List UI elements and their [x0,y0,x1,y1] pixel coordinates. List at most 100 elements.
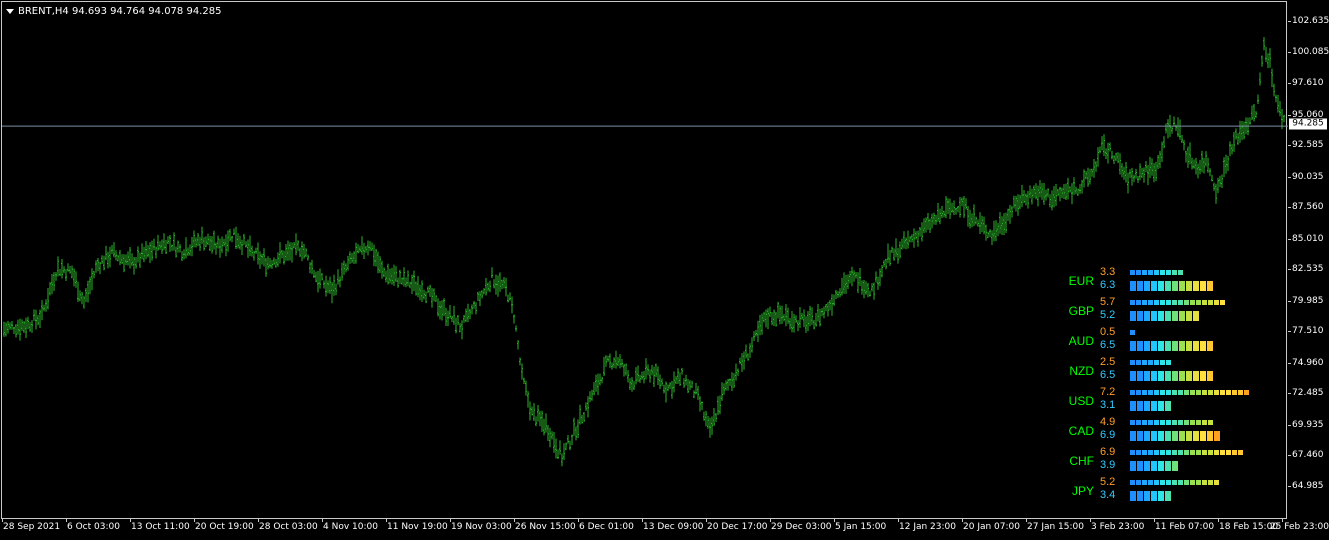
strength-segment [1148,360,1153,365]
strength-segment [1232,390,1237,395]
strength-segment [1136,270,1141,275]
strength-segment [1202,390,1207,395]
strength-segment [1151,281,1157,291]
strength-segment [1190,450,1195,455]
strength-segment [1154,420,1159,425]
strength-segment [1144,401,1150,411]
strength-segment [1172,300,1177,305]
strength-segment [1130,461,1136,471]
strength-segment [1200,371,1206,381]
strength-segment [1130,371,1136,381]
strength-segment [1200,431,1206,441]
strength-segment [1151,311,1157,321]
strength-bar-primary [1130,450,1243,455]
strength-segment [1158,461,1164,471]
strength-segment [1196,450,1201,455]
strength-segment [1186,341,1192,351]
strength-segment [1166,420,1171,425]
strength-segment [1151,341,1157,351]
strength-segment [1202,420,1207,425]
strength-segment [1214,300,1219,305]
strength-segment [1148,480,1153,485]
strength-value-primary: 5.7 [1100,296,1116,308]
strength-segment [1166,270,1171,275]
strength-segment [1166,480,1171,485]
strength-segment [1158,401,1164,411]
strength-segment [1202,480,1207,485]
strength-segment [1178,270,1183,275]
strength-segment [1208,480,1213,485]
currency-row-gbp: GBP 5.7 5.2 [1060,296,1290,326]
strength-segment [1214,480,1219,485]
strength-segment [1172,390,1177,395]
price-label: 67.460 [1292,450,1324,461]
strength-segment [1160,360,1165,365]
strength-segment [1160,480,1165,485]
strength-segment [1165,311,1171,321]
strength-segment [1186,431,1192,441]
strength-segment [1142,420,1147,425]
strength-segment [1154,450,1159,455]
strength-segment [1165,341,1171,351]
chart-window[interactable]: BRENT,H4 94.693 94.764 94.078 94.285 102… [0,0,1329,540]
strength-segment [1158,281,1164,291]
chart-menu-dropdown-icon[interactable] [6,8,14,14]
strength-segment [1184,480,1189,485]
strength-segment [1136,360,1141,365]
time-label: 20 Jan 07:00 [963,522,1020,532]
strength-segment [1137,431,1143,441]
strength-segment [1130,270,1135,275]
strength-segment [1142,270,1147,275]
strength-bar-primary [1130,420,1213,425]
price-label: 85.010 [1292,233,1324,244]
strength-segment [1186,311,1192,321]
strength-segment [1148,270,1153,275]
strength-segment [1160,270,1165,275]
strength-segment [1208,420,1213,425]
strength-segment [1220,390,1225,395]
strength-segment [1137,461,1143,471]
currency-row-chf: CHF 6.9 3.9 [1060,446,1290,476]
strength-segment [1172,480,1177,485]
strength-bar-secondary [1130,311,1199,321]
price-tick [1288,207,1291,209]
strength-segment [1178,450,1183,455]
time-axis[interactable]: 28 Sep 2021 6 Oct 03:00 13 Oct 11:00 20 Oct… [0,519,1329,540]
strength-segment [1202,450,1207,455]
strength-segment [1154,300,1159,305]
strength-segment [1208,450,1213,455]
strength-segment [1130,341,1136,351]
strength-bar-secondary [1130,371,1213,381]
strength-segment [1165,461,1171,471]
strength-segment [1144,461,1150,471]
strength-segment [1207,431,1213,441]
strength-segment [1165,401,1171,411]
strength-segment [1142,300,1147,305]
time-label: 11 Feb 07:00 [1155,522,1215,532]
currency-name: NZD [1069,364,1094,378]
strength-segment [1165,281,1171,291]
strength-segment [1166,300,1171,305]
strength-segment [1184,450,1189,455]
price-axis[interactable]: 102.635 100.085 97.610 95.060 92.585 90.035 87… [1288,0,1329,520]
price-label: 100.085 [1292,47,1329,58]
strength-segment [1136,390,1141,395]
strength-segment [1214,450,1219,455]
strength-segment [1160,450,1165,455]
strength-segment [1172,431,1178,441]
strength-segment [1136,480,1141,485]
chart-header: BRENT,H4 94.693 94.764 94.078 94.285 [6,4,221,18]
strength-segment [1144,491,1150,501]
strength-segment [1148,420,1153,425]
strength-segment [1130,300,1135,305]
currency-row-aud: AUD 0.5 6.5 [1060,326,1290,356]
strength-value-primary: 6.9 [1100,446,1116,458]
strength-segment [1214,390,1219,395]
currency-name: CHF [1069,454,1094,468]
strength-segment [1207,281,1213,291]
strength-segment [1142,360,1147,365]
time-label: 19 Nov 03:00 [451,522,512,532]
strength-segment [1186,371,1192,381]
strength-value-primary: 5.2 [1100,476,1116,488]
strength-segment [1179,281,1185,291]
